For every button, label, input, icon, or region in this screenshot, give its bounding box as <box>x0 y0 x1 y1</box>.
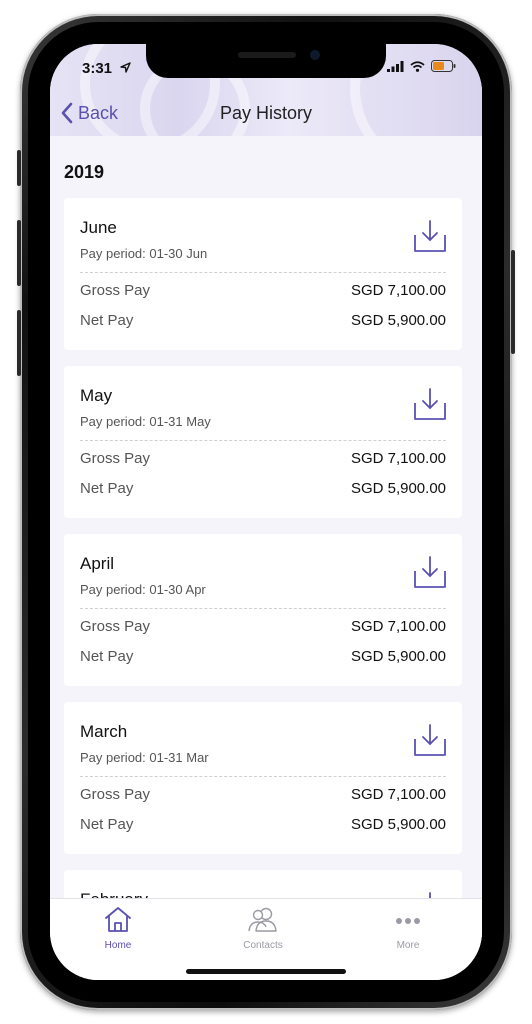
year-heading: 2019 <box>64 162 105 182</box>
pay-history-list[interactable]: 2019 June Pay period: 01-30 Jun Gross Pa… <box>50 136 482 898</box>
gross-pay-row: Gross Pay SGD 7,100.00 <box>80 618 446 635</box>
download-icon[interactable] <box>412 722 448 760</box>
gross-pay-label: Gross Pay <box>80 786 151 803</box>
download-icon[interactable] <box>412 554 448 592</box>
gross-pay-value: SGD 7,100.00 <box>350 618 446 635</box>
download-icon[interactable] <box>412 218 448 256</box>
gross-pay-value: SGD 7,100.00 <box>350 786 446 803</box>
gross-pay-label: Gross Pay <box>80 618 151 635</box>
card-divider <box>80 776 446 777</box>
net-pay-label: Net Pay <box>80 480 134 497</box>
volume-down-button <box>17 310 21 376</box>
tab-home[interactable]: Home <box>78 905 158 951</box>
net-pay-value: SGD 5,900.00 <box>350 816 446 833</box>
gross-pay-row: Gross Pay SGD 7,100.00 <box>80 282 446 299</box>
card-month: March <box>80 722 128 741</box>
net-pay-row: Net Pay SGD 5,900.00 <box>80 648 446 665</box>
location-arrow-icon <box>120 62 131 73</box>
gross-pay-label: Gross Pay <box>80 282 151 299</box>
net-pay-value: SGD 5,900.00 <box>350 312 446 329</box>
card-month: April <box>80 554 115 573</box>
tab-contacts[interactable]: Contacts <box>223 905 303 951</box>
tab-bar: Home Contacts More <box>50 898 482 980</box>
gross-pay-row: Gross Pay SGD 7,100.00 <box>80 786 446 803</box>
phone-screen: 3:31 Back Pay History 2019 June Pay peri… <box>50 44 482 980</box>
more-icon <box>396 918 420 924</box>
page-title: Pay History <box>219 103 313 123</box>
net-pay-row: Net Pay SGD 5,900.00 <box>80 312 446 329</box>
payslip-card[interactable]: March Pay period: 01-31 Mar Gross Pay SG… <box>64 702 462 854</box>
status-icons <box>387 60 456 72</box>
net-pay-label: Net Pay <box>80 816 134 833</box>
card-period: Pay period: 01-31 Mar <box>80 750 209 765</box>
net-pay-value: SGD 5,900.00 <box>350 648 446 665</box>
net-pay-row: Net Pay SGD 5,900.00 <box>80 816 446 833</box>
gross-pay-row: Gross Pay SGD 7,100.00 <box>80 450 446 467</box>
silent-switch <box>17 150 21 186</box>
net-pay-label: Net Pay <box>80 648 134 665</box>
card-divider <box>80 608 446 609</box>
battery-icon <box>431 60 456 72</box>
payslip-card[interactable]: April Pay period: 01-30 Apr Gross Pay SG… <box>64 534 462 686</box>
contacts-icon <box>248 907 277 932</box>
gross-pay-value: SGD 7,100.00 <box>350 282 446 299</box>
card-month: February <box>80 890 148 898</box>
card-period: Pay period: 01-30 Apr <box>80 582 206 597</box>
payslip-card[interactable]: June Pay period: 01-30 Jun Gross Pay SGD… <box>64 198 462 350</box>
tab-more-label: More <box>396 940 420 951</box>
net-pay-row: Net Pay SGD 5,900.00 <box>80 480 446 497</box>
payslip-card[interactable]: May Pay period: 01-31 May Gross Pay SGD … <box>64 366 462 518</box>
payslip-card[interactable]: February <box>64 870 462 898</box>
card-divider <box>80 440 446 441</box>
gross-pay-value: SGD 7,100.00 <box>350 450 446 467</box>
card-month: June <box>80 218 117 237</box>
download-icon[interactable] <box>412 890 448 898</box>
status-time: 3:31 <box>82 60 113 77</box>
notch <box>146 44 386 78</box>
volume-up-button <box>17 220 21 286</box>
card-month: May <box>80 386 113 405</box>
wifi-icon <box>410 60 425 72</box>
card-period: Pay period: 01-30 Jun <box>80 246 208 261</box>
signal-icon <box>387 60 404 72</box>
tab-contacts-label: Contacts <box>243 940 283 951</box>
home-indicator <box>186 969 346 974</box>
net-pay-label: Net Pay <box>80 312 134 329</box>
home-icon <box>105 907 131 932</box>
power-button <box>511 250 515 354</box>
header: 3:31 Back Pay History <box>50 44 482 136</box>
card-period: Pay period: 01-31 May <box>80 414 211 429</box>
download-icon[interactable] <box>412 386 448 424</box>
front-camera <box>310 50 320 60</box>
card-divider <box>80 272 446 273</box>
speaker <box>238 52 296 58</box>
gross-pay-label: Gross Pay <box>80 450 151 467</box>
tab-home-label: Home <box>104 940 132 951</box>
net-pay-value: SGD 5,900.00 <box>350 480 446 497</box>
tab-more[interactable]: More <box>368 905 448 951</box>
